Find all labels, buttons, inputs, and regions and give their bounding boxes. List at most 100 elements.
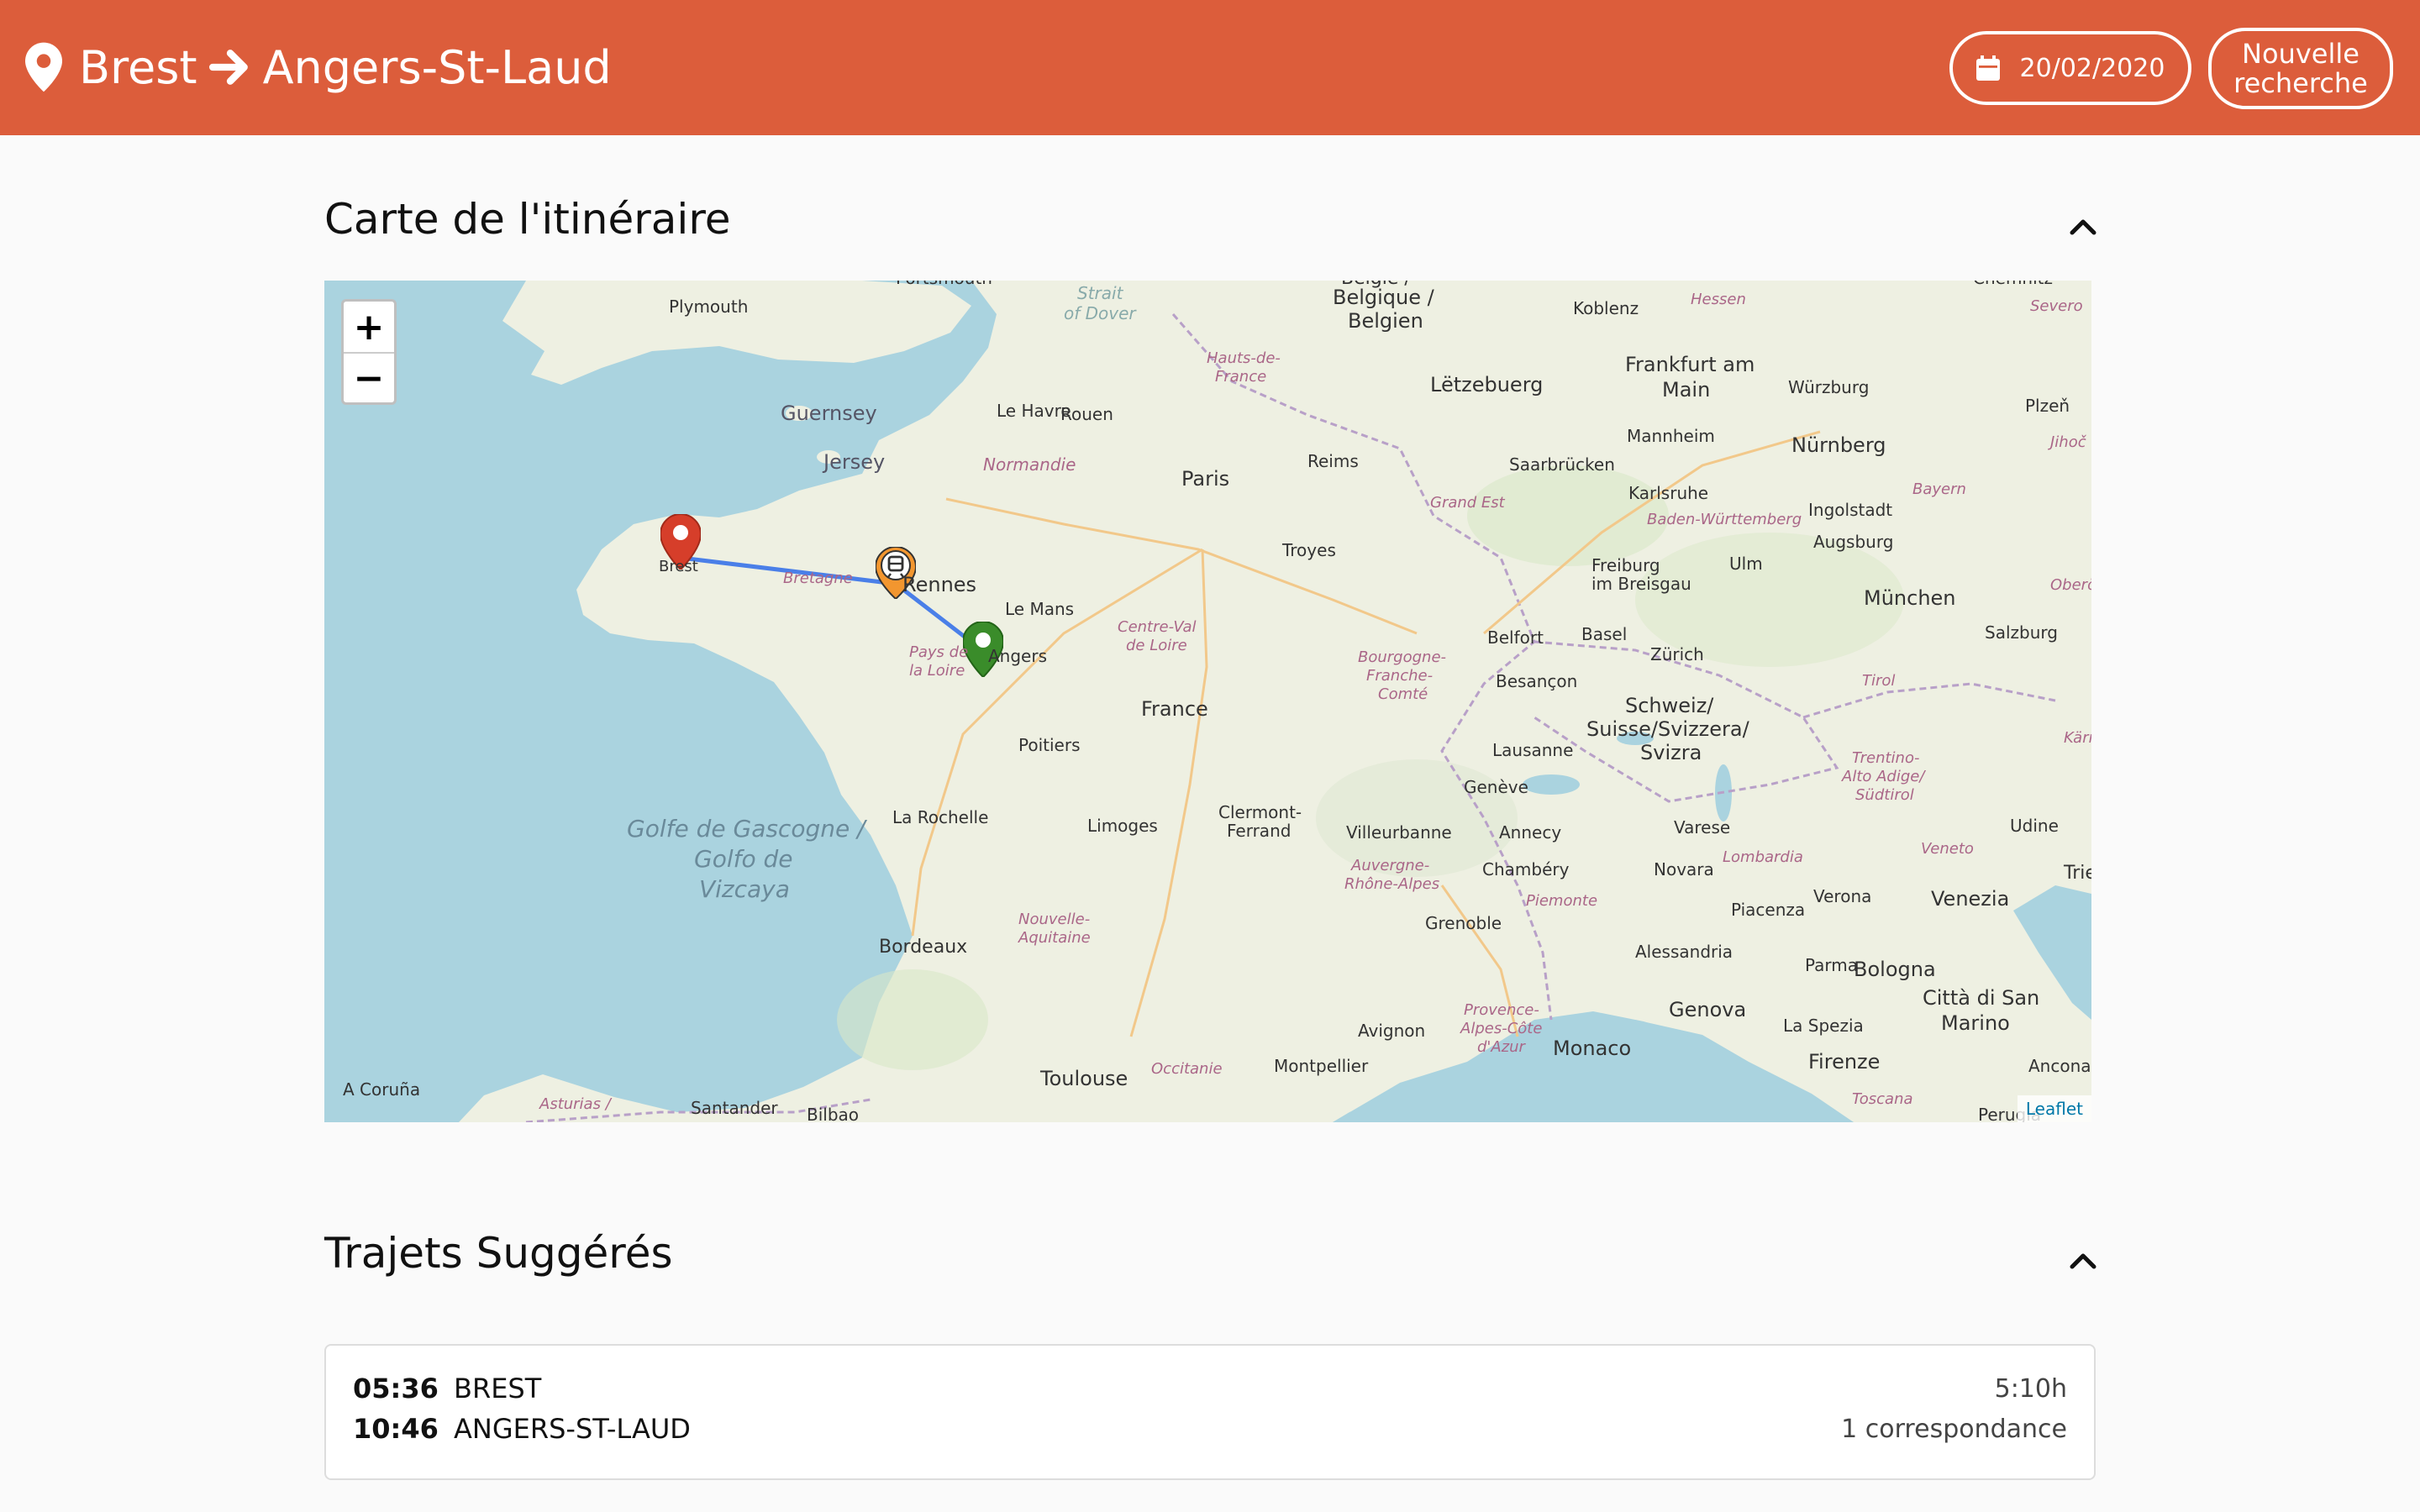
map-label: of Dover [1064,303,1137,323]
map-label: Trentino- [1852,749,1919,767]
zoom-out-button[interactable]: − [344,352,394,402]
map-label: Auvergne- [1350,857,1429,874]
map-label: de Loire [1126,637,1187,654]
new-search-label-line2: recherche [2233,66,2368,99]
map-label: d'Azur [1477,1038,1527,1056]
map-label: Lausanne [1492,740,1573,760]
map-label: Suisse/Svizzera/ [1586,717,1750,741]
map-label: Paris [1181,467,1229,491]
map-label: Besançon [1496,671,1577,691]
trips-section-title: Trajets Suggérés [324,1229,673,1278]
map-label: Bologna [1854,958,1936,981]
map-label: Augsburg [1813,532,1893,552]
map-label: Venezia [1931,887,2009,911]
map-label: Jihoč [2048,433,2087,451]
route-map[interactable]: Plymouth Portsmouth Strait of Dover Guer… [324,281,2091,1122]
map-label: Aquitaine [1018,929,1091,947]
map-label: Südtirol [1855,786,1914,804]
map-label: Piacenza [1731,900,1805,920]
map-label: België / [1341,281,1411,289]
map-label: Severo [2030,297,2083,315]
map-label: Belgien [1348,309,1423,333]
map-label: im Breisgau [1591,574,1691,594]
origin-label: Brest [79,40,197,94]
map-label: Nouvelle- [1018,911,1090,928]
map-label: Jersey [822,450,885,474]
zoom-control: + − [341,299,397,405]
map-label: Koblenz [1573,298,1639,318]
trip-card[interactable]: 05:36 BREST 10:46 ANGERS-ST-LAUD 5:10h 1… [324,1344,2096,1480]
map-label: Angers [988,646,1047,666]
map-label: Golfo de [694,845,793,873]
map-label: Varese [1674,817,1730,837]
map-label: la Loire [909,662,965,680]
map-label: Baden-Württemberg [1647,511,1802,528]
map-label: Montpellier [1274,1056,1369,1076]
date-label: 20/02/2020 [2019,53,2165,83]
map-label: Karlsruhe [1628,483,1708,503]
map-label: Troyes [1281,540,1336,560]
map-label: Novara [1654,859,1714,879]
map-label: La Spezia [1783,1016,1864,1036]
map-label: Vizcaya [699,875,790,903]
map-label: Nürnberg [1791,433,1886,457]
map-label: Asturias / [539,1095,613,1113]
map-label: Pays de [909,643,968,661]
zoom-in-button[interactable]: + [344,302,394,352]
map-label: Le Mans [1005,599,1074,619]
map-label: Brest [659,558,698,575]
map-label: Kärn [2064,729,2091,747]
map-label: Lombardia [1723,848,1803,866]
map-label: Clermont- [1218,802,1302,822]
map-label: Portsmouth [896,281,992,288]
map-label: Hessen [1691,291,1746,308]
location-pin-icon [25,42,62,92]
map-label: Santander [691,1098,778,1118]
map-label: Basel [1581,624,1627,644]
app-header: Brest Angers-St-Laud 20/02/2020 Nouvelle… [0,0,2420,135]
map-label: Lëtzebuerg [1430,373,1543,396]
map-label: Occitanie [1151,1060,1223,1078]
map-label: Schweiz/ [1625,694,1714,717]
map-label: Chambéry [1482,859,1570,879]
new-search-button[interactable]: Nouvelle recherche [2208,28,2393,109]
map-label: Hauts-de- [1207,349,1281,367]
map-label: Alto Adige/ [1841,768,1926,785]
map-label: Limoges [1087,816,1158,836]
map-label: Plymouth [669,297,748,317]
map-label: Chemnitz [1973,281,2053,288]
chevron-up-icon[interactable] [2069,216,2097,236]
arrival-station: ANGERS-ST-LAUD [454,1413,691,1445]
map-label: Parma [1805,955,1858,975]
map-label: Oberösterr [2050,576,2091,594]
map-label: Svizra [1640,741,1702,764]
map-label: Tirol [1862,672,1895,690]
map-label: Belfort [1487,627,1544,648]
map-label: Piemonte [1526,892,1597,910]
map-attribution-link[interactable]: Leaflet [2017,1095,2091,1122]
map-label: Città di San [1923,986,2039,1010]
map-label: France [1141,697,1208,721]
map-label: Main [1662,378,1710,402]
map-label: Verona [1813,886,1871,906]
map-label: Monaco [1553,1037,1631,1060]
map-label: Reims [1307,451,1359,471]
map-label: Toulouse [1039,1067,1128,1090]
map-label: Grand Est [1430,494,1506,512]
map-label: Golfe de Gascogne / [627,815,867,843]
trip-departure-row: 05:36 BREST [353,1373,541,1404]
map-label: Ingolstadt [1808,500,1892,520]
map-label: Rhône-Alpes [1344,875,1439,893]
calendar-icon [1975,55,2000,81]
map-label: Udine [2010,816,2059,836]
map-label: Normandie [983,454,1076,475]
chevron-up-icon[interactable] [2069,1250,2097,1270]
map-label: Ulm [1729,554,1763,574]
map-label: Salzburg [1985,622,2058,643]
map-label: Firenze [1808,1050,1880,1074]
destination-label: Angers-St-Laud [262,40,612,94]
map-label: Comté [1378,685,1428,703]
date-button[interactable]: 20/02/2020 [1949,31,2191,105]
route-title: Brest Angers-St-Laud [25,37,612,97]
map-label: Alpes-Côte [1460,1020,1542,1037]
